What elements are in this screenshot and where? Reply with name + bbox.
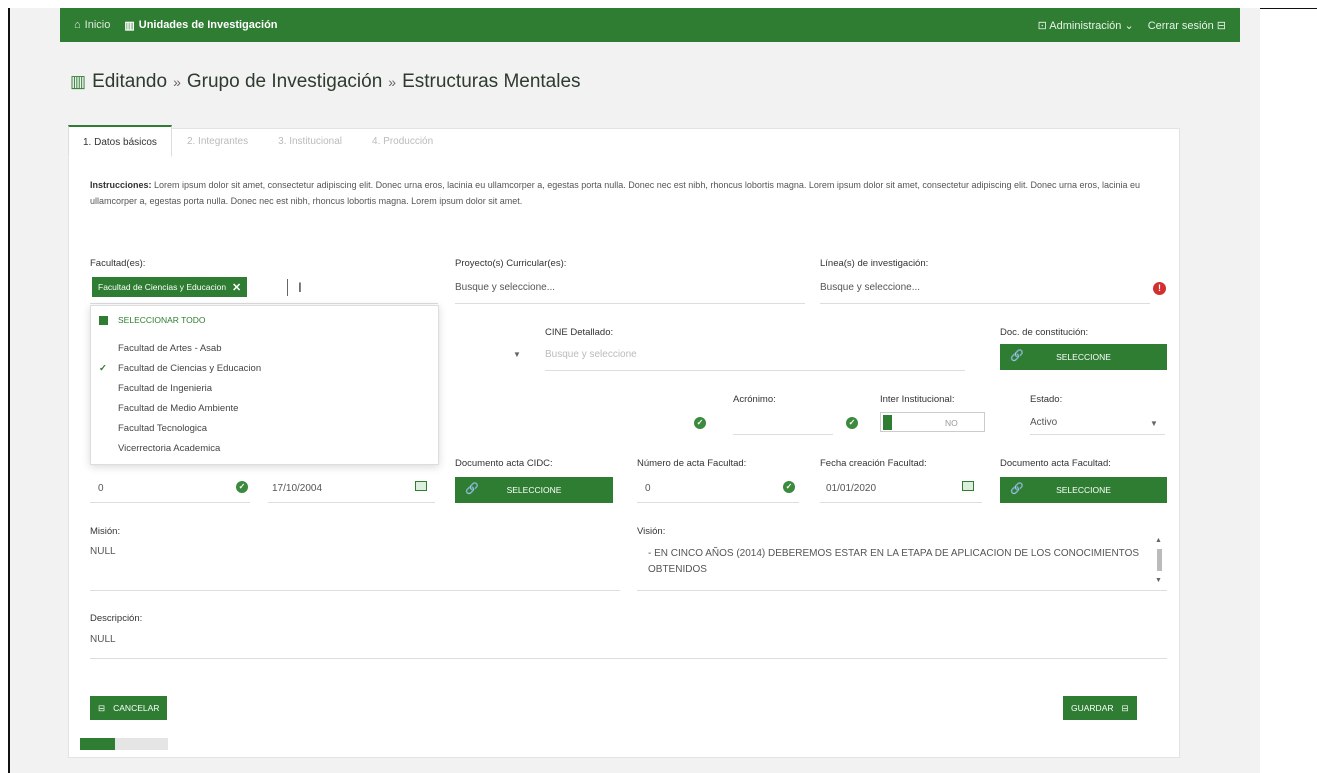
option-label: Facultad de Ingenieria: [118, 382, 213, 394]
instructions-lead: Instrucciones:: [90, 180, 152, 190]
fecha-facultad-underline: [820, 502, 982, 503]
estado-underline: [1030, 434, 1165, 435]
checkbox-icon: [99, 315, 108, 325]
vision-label: Visión:: [637, 526, 666, 537]
cancel-button[interactable]: ⊟ CANCELAR: [90, 696, 168, 720]
link-icon: 🔗: [1010, 350, 1024, 362]
inter-toggle-value: NO: [945, 418, 958, 428]
documento-facultad-label: Documento acta Facultad:: [1000, 458, 1111, 469]
facultades-underline: [90, 303, 438, 304]
text-caret: [287, 279, 288, 296]
chevron-down-icon[interactable]: ▼: [513, 350, 521, 359]
vision-value[interactable]: - EN CINCO AÑOS (2014) DEBEREMOS ESTAR E…: [648, 546, 1143, 578]
dropdown-option[interactable]: Vicerrectoria Academica: [91, 438, 438, 458]
vision-scrollbar[interactable]: ▲ ▼: [1155, 537, 1163, 589]
valid-check-icon: ✓: [236, 481, 248, 493]
scroll-up-icon[interactable]: ▲: [1155, 537, 1162, 544]
screen-frame: ⌂ Inicio ▥ Unidades de Investigación ⊡ A…: [0, 0, 1317, 773]
fecha-facultad-label: Fecha creación Facultad:: [820, 458, 927, 469]
numero-cidc-underline: [90, 502, 250, 503]
proyectos-input[interactable]: Busque y seleccione...: [455, 282, 555, 293]
calendar-icon[interactable]: [415, 481, 427, 491]
chevron-down-icon[interactable]: ▼: [1150, 419, 1158, 428]
dropdown-option[interactable]: Facultad Tecnologica: [91, 418, 438, 438]
doc-constitucion-button[interactable]: 🔗 SELECCIONE: [1000, 344, 1167, 370]
documento-facultad-button[interactable]: 🔗 SELECCIONE: [1000, 477, 1167, 503]
mision-label: Misión:: [90, 526, 121, 537]
cine-input[interactable]: Busque y seleccione: [545, 349, 637, 360]
calendar-icon[interactable]: [962, 481, 974, 491]
option-label: Facultad de Medio Ambiente: [118, 402, 239, 414]
select-all-label: SELECCIONAR TODO: [118, 315, 206, 325]
option-label: Facultad Tecnologica: [118, 422, 208, 434]
doc-constitucion-label: Doc. de constitución:: [1000, 327, 1089, 338]
mision-value[interactable]: NULL: [90, 546, 116, 557]
fecha-cidc-input[interactable]: 17/10/2004: [272, 483, 322, 494]
valid-check-icon: ✓: [846, 417, 858, 429]
mision-underline: [90, 590, 620, 591]
progress-fill: [80, 738, 116, 750]
link-icon: 🔗: [1010, 483, 1024, 495]
inter-toggle[interactable]: NO: [880, 412, 985, 432]
lineas-underline: [820, 303, 1150, 304]
lineas-input[interactable]: Busque y seleccione...: [820, 282, 920, 293]
error-icon: !: [1153, 282, 1166, 295]
descripcion-label: Descripción:: [90, 613, 143, 624]
estado-select[interactable]: Activo: [1030, 417, 1057, 428]
estado-label: Estado:: [1030, 394, 1063, 405]
scroll-down-icon[interactable]: ▼: [1155, 577, 1162, 584]
option-label: Vicerrectoria Academica: [118, 442, 221, 454]
documento-cidc-button[interactable]: 🔗 SELECCIONE: [455, 477, 613, 503]
acronimo-label: Acrónimo:: [733, 394, 776, 405]
save-button-label: GUARDAR: [1071, 703, 1114, 713]
numero-facultad-label: Número de acta Facultad:: [637, 458, 747, 469]
valid-check-icon: ✓: [783, 481, 795, 493]
dropdown-option[interactable]: Facultad de Ingenieria: [91, 378, 438, 398]
numero-facultad-underline: [637, 502, 799, 503]
doc-constitucion-button-label: SELECCIONE: [1056, 352, 1111, 362]
dropdown-option[interactable]: Facultad de Artes - Asab: [91, 338, 438, 358]
descripcion-underline: [90, 658, 1167, 659]
facultad-chip[interactable]: Facultad de Ciencias y Educacion ✕: [92, 277, 248, 297]
facultad-chip-label: Facultad de Ciencias y Educacion: [98, 282, 227, 292]
link-icon: 🔗: [465, 483, 479, 495]
instructions: Instrucciones: Lorem ipsum dolor sit ame…: [90, 177, 1170, 209]
facultades-dropdown: SELECCIONAR TODO Facultad de Artes - Asa…: [90, 305, 439, 465]
progress-bar: [80, 738, 168, 750]
cine-underline: [545, 370, 965, 371]
fecha-facultad-input[interactable]: 01/01/2020: [826, 483, 876, 494]
close-icon[interactable]: ✕: [232, 281, 241, 294]
lineas-label: Línea(s) de investigación:: [820, 258, 929, 269]
descripcion-value[interactable]: NULL: [90, 634, 116, 645]
dropdown-option[interactable]: Facultad de Medio Ambiente: [91, 398, 438, 418]
check-icon: ✓: [99, 362, 107, 374]
save-icon: ⊟: [1121, 702, 1129, 713]
cancel-icon: ⊟: [98, 702, 106, 713]
valid-check-icon: ✓: [694, 417, 706, 429]
documento-cidc-button-label: SELECCIONE: [506, 485, 562, 495]
numero-facultad-input[interactable]: 0: [645, 483, 651, 494]
save-button[interactable]: GUARDAR ⊟: [1063, 696, 1137, 720]
cine-label: CINE Detallado:: [545, 327, 614, 338]
fecha-cidc-underline: [268, 502, 435, 503]
instructions-text: Lorem ipsum dolor sit amet, consectetur …: [90, 180, 1141, 206]
select-all-option[interactable]: SELECCIONAR TODO: [91, 310, 438, 330]
option-label: Facultad de Ciencias y Educacion: [118, 362, 262, 374]
inter-label: Inter Institucional:: [880, 394, 955, 405]
documento-cidc-label: Documento acta CIDC:: [455, 458, 553, 469]
option-label: Facultad de Artes - Asab: [118, 342, 222, 354]
dropdown-option[interactable]: ✓ Facultad de Ciencias y Educacion: [91, 358, 438, 378]
proyectos-underline: [455, 303, 805, 304]
facultades-label: Facultad(es):: [90, 258, 146, 269]
vision-underline: [637, 590, 1167, 591]
proyectos-label: Proyecto(s) Curricular(es):: [455, 258, 567, 269]
acronimo-underline: [733, 434, 833, 435]
documento-facultad-button-label: SELECCIONE: [1056, 485, 1111, 495]
toggle-knob: [883, 415, 892, 430]
scroll-thumb[interactable]: [1157, 549, 1162, 571]
numero-cidc-input[interactable]: 0: [98, 483, 104, 494]
form-content: Instrucciones: Lorem ipsum dolor sit ame…: [0, 0, 1317, 773]
cancel-button-label: CANCELAR: [113, 703, 160, 713]
ibeam-cursor-icon: I: [298, 279, 302, 295]
